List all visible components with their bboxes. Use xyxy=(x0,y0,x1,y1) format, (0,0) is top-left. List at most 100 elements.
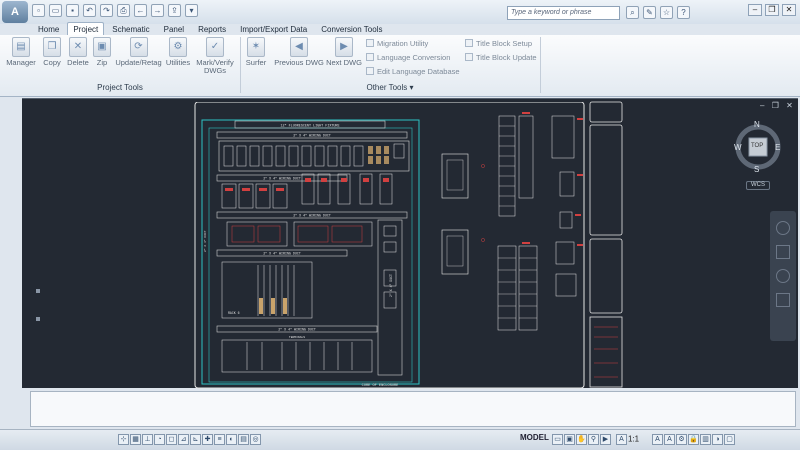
share-icon[interactable]: ⇪ xyxy=(168,4,181,17)
ducs-icon[interactable]: ⊾ xyxy=(190,434,201,446)
previous-dwg-button[interactable]: ◀ Previous DWG xyxy=(274,37,324,67)
isolate-icon[interactable]: ◑ xyxy=(712,434,723,446)
tpy-icon[interactable]: ◐ xyxy=(226,434,237,446)
osnap-icon[interactable]: ◻ xyxy=(166,434,177,446)
auto-scale-icon[interactable]: A xyxy=(664,434,675,446)
other-tools-panel-label[interactable]: Other Tools ▾ xyxy=(240,83,540,92)
polar-icon[interactable]: ◔ xyxy=(154,434,165,446)
redo-icon[interactable]: ↷ xyxy=(100,4,113,17)
customize-icon[interactable]: ▾ xyxy=(185,4,198,17)
save-icon[interactable]: ▪ xyxy=(66,4,79,17)
annotation-scale[interactable]: A 1:1 xyxy=(616,434,639,445)
otrack-icon[interactable]: ⊿ xyxy=(178,434,189,446)
viewcube-south[interactable]: S xyxy=(754,165,759,174)
infocenter-icons: ⌕ ✎ ☆ ? xyxy=(626,6,690,19)
qp-icon[interactable]: ▤ xyxy=(238,434,249,446)
tab-schematic[interactable]: Schematic xyxy=(106,22,155,36)
drawing-close-icon[interactable]: ✕ xyxy=(786,101,793,110)
lwt-icon[interactable]: ≡ xyxy=(214,434,225,446)
panel-layout-drawing[interactable]: 12" FLUORESCENT LIGHT FIXTURE 2" X 4" WI… xyxy=(192,102,632,392)
orbit-icon[interactable] xyxy=(776,293,790,307)
surfer-icon: ✶ xyxy=(247,37,265,57)
viewcube[interactable]: N S E W TOP WCS xyxy=(732,117,782,197)
close-button[interactable]: ✕ xyxy=(782,4,796,16)
drive-module xyxy=(293,221,373,247)
command-line[interactable] xyxy=(30,391,796,427)
ortho-icon[interactable]: ⊥ xyxy=(142,434,153,446)
star-icon[interactable]: ☆ xyxy=(660,6,673,19)
search-input[interactable]: Type a keyword or phrase xyxy=(507,6,620,20)
title-block-update-button[interactable]: Title Block Update xyxy=(465,53,537,63)
sc-icon[interactable]: ◎ xyxy=(250,434,261,446)
new-icon[interactable]: ▫ xyxy=(32,4,45,17)
search-icon[interactable]: ⌕ xyxy=(626,6,639,19)
update-icon: ⟳ xyxy=(129,37,148,57)
undo-icon[interactable]: ↶ xyxy=(83,4,96,17)
lock-icon[interactable]: 🔒 xyxy=(688,434,699,446)
svg-text:2" X 4" WIRING DUCT: 2" X 4" WIRING DUCT xyxy=(278,328,316,332)
layout-toggles: ▭ ▣ ✋ ⚲ ▶ xyxy=(552,434,612,446)
annotation-visibility-icon[interactable]: A xyxy=(652,434,663,446)
open-icon[interactable]: ▭ xyxy=(49,4,62,17)
tab-project[interactable]: Project xyxy=(67,22,105,36)
zoom-status-icon[interactable]: ⚲ xyxy=(588,434,599,446)
drawing-canvas[interactable]: 12" FLUORESCENT LIGHT FIXTURE 2" X 4" WI… xyxy=(22,98,798,389)
delete-button[interactable]: ✕ Delete xyxy=(66,37,90,67)
navigation-bar xyxy=(770,211,796,341)
migration-utility-button[interactable]: Migration Utility xyxy=(366,39,428,49)
title-block-panels[interactable] xyxy=(588,101,628,389)
manager-button[interactable]: ▤ Manager xyxy=(6,37,36,67)
plot-icon[interactable]: ⎙ xyxy=(117,4,130,17)
edit-language-database-button[interactable]: Edit Language Database xyxy=(366,67,460,77)
tab-panel[interactable]: Panel xyxy=(158,22,190,36)
hardware-icon[interactable]: ▥ xyxy=(700,434,711,446)
dropdown-arrow-icon: ▾ xyxy=(409,83,414,92)
snap-icon[interactable]: ⊹ xyxy=(118,434,129,446)
tab-conversion-tools[interactable]: Conversion Tools xyxy=(315,22,388,36)
light-fixture-label: 12" FLUORESCENT LIGHT FIXTURE xyxy=(280,124,339,129)
tools-icon[interactable]: ✎ xyxy=(643,6,656,19)
title-block-setup-label: Title Block Setup xyxy=(476,39,532,48)
copy-button[interactable]: ❐ Copy xyxy=(41,37,63,67)
terminals-label: TERMINALS xyxy=(289,336,305,339)
surfer-button[interactable]: ✶ Surfer xyxy=(244,37,268,67)
layout-icon[interactable]: ▭ xyxy=(552,434,563,446)
minimize-button[interactable]: – xyxy=(748,4,762,16)
pan-status-icon[interactable]: ✋ xyxy=(576,434,587,446)
zoom-icon[interactable] xyxy=(776,269,790,283)
viewcube-north[interactable]: N xyxy=(754,120,760,129)
forward-icon[interactable]: → xyxy=(151,4,164,17)
tab-reports[interactable]: Reports xyxy=(192,22,232,36)
clean-screen-icon[interactable]: ▢ xyxy=(724,434,735,446)
dyn-icon[interactable]: ✚ xyxy=(202,434,213,446)
terminal-strip xyxy=(221,339,373,373)
application-menu-button[interactable]: A xyxy=(2,1,28,23)
drawing-minimize-icon[interactable]: – xyxy=(760,101,764,110)
tab-home[interactable]: Home xyxy=(32,22,65,36)
next-dwg-button[interactable]: ▶ Next DWG xyxy=(325,37,363,67)
language-conversion-button[interactable]: Language Conversion xyxy=(366,53,450,63)
zip-button[interactable]: ▣ Zip xyxy=(92,37,112,67)
viewcube-east[interactable]: E xyxy=(775,143,780,152)
restore-button[interactable]: ❐ xyxy=(765,4,779,16)
model-space-toggle[interactable]: MODEL xyxy=(520,433,549,442)
tab-import-export[interactable]: Import/Export Data xyxy=(234,22,313,36)
drawing-restore-icon[interactable]: ❐ xyxy=(772,101,779,110)
mark-verify-button[interactable]: ✓ Mark/Verify DWGs xyxy=(196,37,234,75)
svg-text:2" X 4" WIRING DUCT: 2" X 4" WIRING DUCT xyxy=(293,214,331,218)
viewcube-west[interactable]: W xyxy=(734,143,742,152)
utilities-button[interactable]: ⚙ Utilities xyxy=(164,37,192,67)
workspace-icon[interactable]: ⚙ xyxy=(676,434,687,446)
quickview-icon[interactable]: ▣ xyxy=(564,434,575,446)
viewcube-top-face[interactable]: TOP xyxy=(751,143,763,149)
pan-icon[interactable] xyxy=(776,245,790,259)
ribbon-tabs: Home Project Schematic Panel Reports Imp… xyxy=(32,22,388,36)
wcs-menu[interactable]: WCS xyxy=(746,181,770,190)
grid-icon[interactable]: ▦ xyxy=(130,434,141,446)
showmotion-icon[interactable]: ▶ xyxy=(600,434,611,446)
steering-wheel-icon[interactable] xyxy=(776,221,790,235)
help-icon[interactable]: ? xyxy=(677,6,690,19)
update-retag-button[interactable]: ⟳ Update/Retag xyxy=(115,37,162,67)
back-icon[interactable]: ← xyxy=(134,4,147,17)
title-block-setup-button[interactable]: Title Block Setup xyxy=(465,39,532,49)
